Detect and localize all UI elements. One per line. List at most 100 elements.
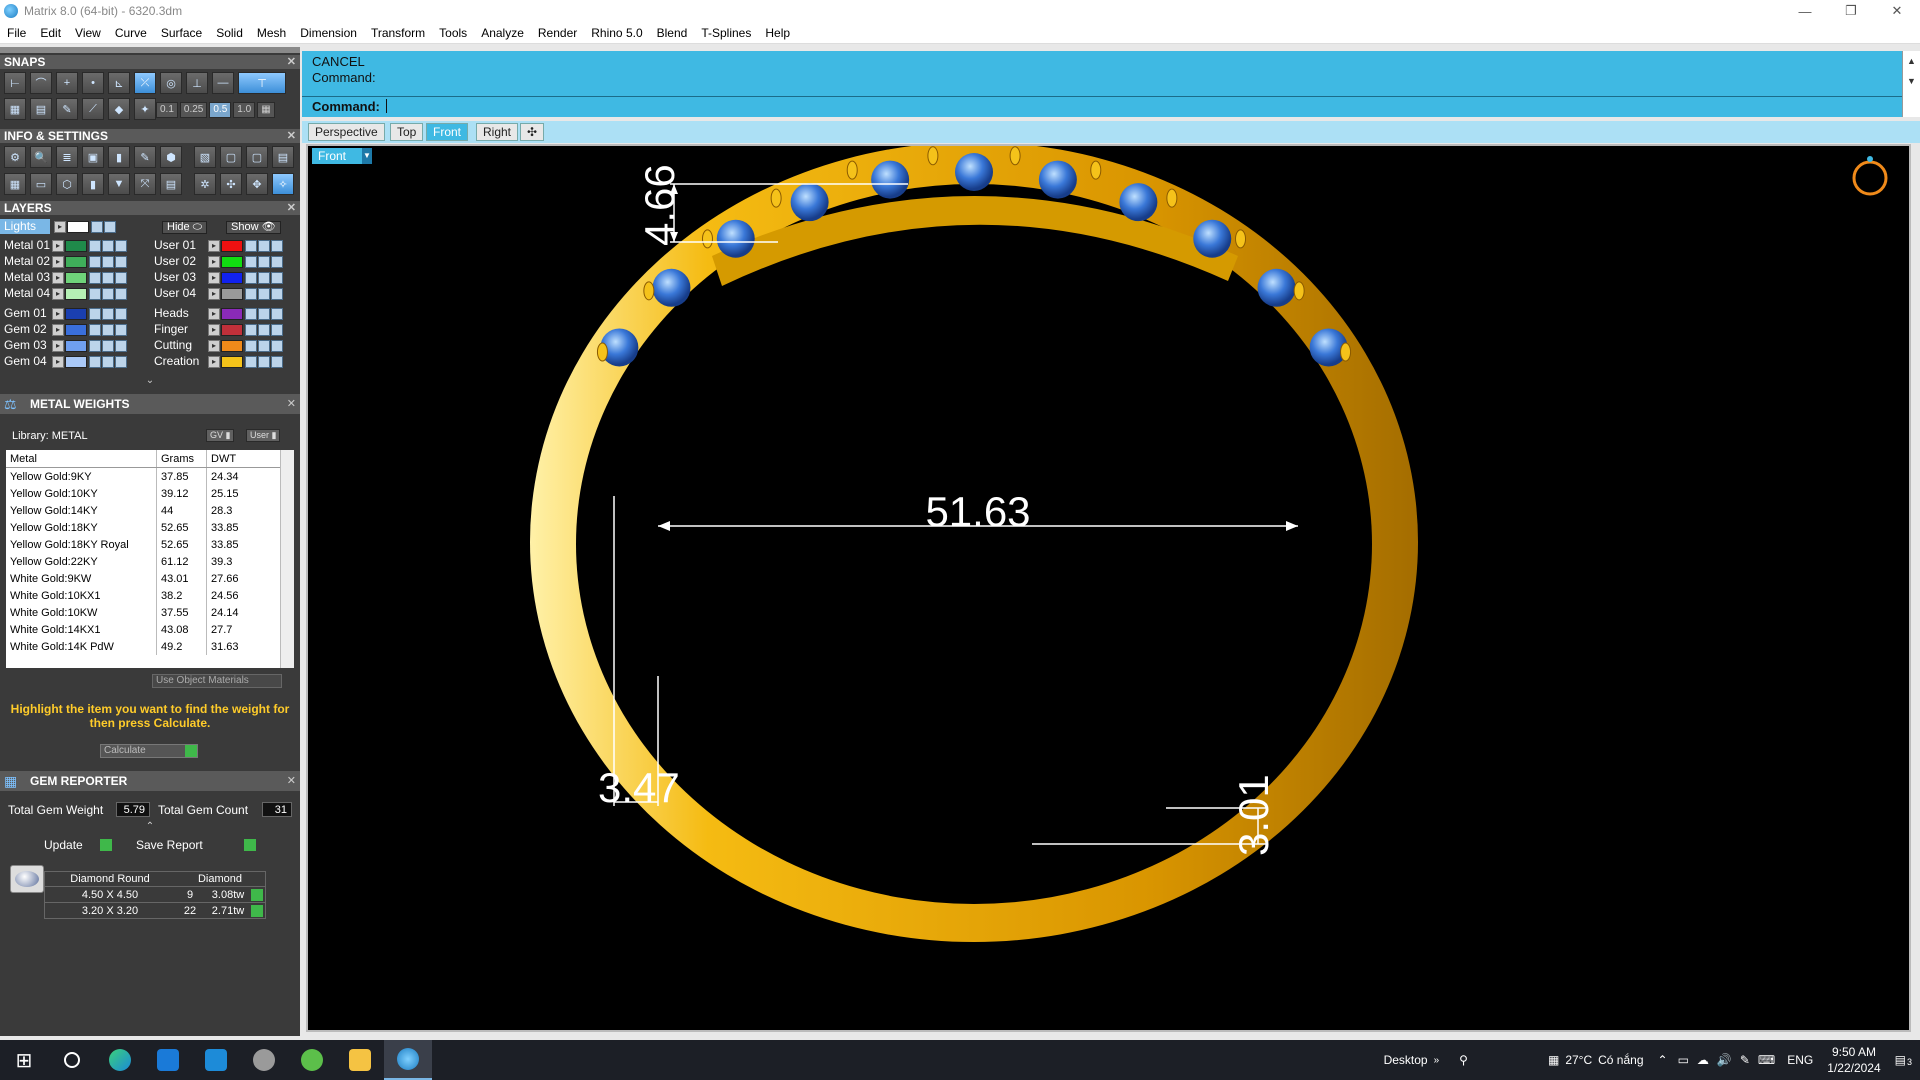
snap-center-icon[interactable]: ⊾ bbox=[108, 72, 130, 94]
snap-quad-icon[interactable]: ◎ bbox=[160, 72, 182, 94]
settings-gear-icon[interactable]: ⚙ bbox=[4, 146, 26, 168]
visible-icon[interactable] bbox=[104, 220, 116, 233]
lock-icon[interactable] bbox=[89, 355, 101, 368]
window-icon[interactable]: ▢ bbox=[220, 146, 242, 168]
zoom-icon[interactable]: 🔍 bbox=[30, 146, 52, 168]
column-header-metal[interactable]: Metal bbox=[6, 453, 156, 465]
layer-swatch[interactable] bbox=[65, 255, 87, 268]
visible-icon[interactable] bbox=[102, 323, 114, 336]
add-viewport-icon[interactable]: ✣ bbox=[520, 123, 545, 141]
snap-int-icon[interactable]: ⤫ bbox=[134, 72, 156, 94]
network-icon[interactable]: ▭ bbox=[1678, 1053, 1689, 1067]
lock-icon[interactable] bbox=[245, 271, 257, 284]
snap-value-1-0[interactable]: 1.0 bbox=[233, 102, 256, 118]
layer-swatch[interactable] bbox=[221, 307, 243, 320]
tab-front[interactable]: Front bbox=[426, 123, 469, 141]
table-row[interactable]: Yellow Gold:14KY 44 28.3 bbox=[6, 502, 294, 519]
ring-nav-icon[interactable] bbox=[1852, 156, 1888, 196]
layer-row[interactable]: Cutting ▸ bbox=[150, 338, 284, 353]
tile-icon[interactable]: ▦ bbox=[4, 173, 26, 195]
layer-swatch[interactable] bbox=[221, 339, 243, 352]
close-icon[interactable]: ✕ bbox=[287, 397, 296, 410]
filter-icon[interactable]: ▼ bbox=[108, 173, 130, 195]
visible-icon[interactable] bbox=[102, 287, 114, 300]
expand-icon[interactable]: ▸ bbox=[54, 220, 66, 233]
column-header-dwt[interactable]: DWT bbox=[206, 450, 266, 467]
column-header-grams[interactable]: Grams bbox=[156, 450, 206, 467]
tab-top[interactable]: Top bbox=[390, 123, 424, 141]
menu-blend[interactable]: Blend bbox=[650, 26, 695, 40]
weather-icon[interactable]: ▦ bbox=[1548, 1053, 1559, 1067]
expand-icon[interactable]: ▸ bbox=[52, 287, 64, 300]
expand-icon[interactable]: ▸ bbox=[52, 255, 64, 268]
close-icon[interactable]: ✕ bbox=[287, 129, 296, 143]
lock-icon[interactable] bbox=[89, 323, 101, 336]
select-icon[interactable] bbox=[271, 255, 283, 268]
layer-swatch[interactable] bbox=[221, 271, 243, 284]
lock-icon[interactable] bbox=[91, 220, 103, 233]
snap-mid-icon[interactable]: • bbox=[82, 72, 104, 94]
lock-icon[interactable] bbox=[89, 239, 101, 252]
table-row[interactable]: White Gold:14KX1 43.08 27.7 bbox=[6, 621, 294, 638]
lock-icon[interactable] bbox=[89, 271, 101, 284]
layer-swatch[interactable] bbox=[65, 323, 87, 336]
lock-icon[interactable] bbox=[245, 339, 257, 352]
expand-icon[interactable]: ▸ bbox=[208, 339, 220, 352]
save-icon[interactable]: ▮ bbox=[108, 146, 130, 168]
keyboard-icon[interactable]: ⌨ bbox=[1758, 1053, 1775, 1067]
lock-icon[interactable] bbox=[89, 339, 101, 352]
expand-icon[interactable]: ▸ bbox=[208, 323, 220, 336]
select-icon[interactable] bbox=[115, 239, 127, 252]
visible-icon[interactable] bbox=[102, 355, 114, 368]
save-report-button[interactable]: Save Report bbox=[136, 837, 256, 853]
snap-value-0-5[interactable]: 0.5 bbox=[209, 102, 232, 118]
menu-tsplines[interactable]: T-Splines bbox=[694, 26, 758, 40]
cube-icon[interactable]: ⬢ bbox=[160, 146, 182, 168]
expand-icon[interactable]: ▸ bbox=[208, 287, 220, 300]
gem-row[interactable]: 3.20 X 3.20 22 2.71tw bbox=[44, 903, 266, 919]
table-row[interactable]: White Gold:10KX1 38.2 24.56 bbox=[6, 587, 294, 604]
weather-temp[interactable]: 27°C bbox=[1565, 1053, 1592, 1067]
play-icon[interactable] bbox=[251, 904, 263, 917]
lock-icon[interactable] bbox=[245, 307, 257, 320]
snap-perp-icon[interactable]: ⊥ bbox=[186, 72, 208, 94]
snap-tan-icon[interactable]: — bbox=[212, 72, 234, 94]
snap-end-icon[interactable]: ⊢ bbox=[4, 72, 26, 94]
desktop-toolbar[interactable]: Desktop bbox=[1384, 1053, 1428, 1067]
menu-solid[interactable]: Solid bbox=[209, 26, 250, 40]
play-icon[interactable] bbox=[251, 888, 263, 901]
onedrive-icon[interactable]: ☁ bbox=[1697, 1053, 1709, 1067]
snap-value-0-25[interactable]: 0.25 bbox=[179, 102, 208, 118]
snap-value-0-1[interactable]: 0.1 bbox=[156, 102, 178, 118]
grid-toggle-icon[interactable]: ▦ bbox=[257, 102, 275, 118]
pencil-icon[interactable]: ✎ bbox=[56, 98, 78, 120]
select-icon[interactable] bbox=[115, 287, 127, 300]
visible-icon[interactable] bbox=[102, 255, 114, 268]
select-icon[interactable] bbox=[115, 307, 127, 320]
select-icon[interactable] bbox=[115, 255, 127, 268]
expand-icon[interactable]: ▸ bbox=[208, 271, 220, 284]
layer-row[interactable]: User 03 ▸ bbox=[150, 270, 284, 285]
layer-swatch[interactable] bbox=[65, 271, 87, 284]
gem-icon[interactable]: ✧ bbox=[272, 173, 294, 195]
box-icon[interactable]: ▣ bbox=[82, 146, 104, 168]
table-icon[interactable]: ▤ bbox=[160, 173, 182, 195]
pattern-icon[interactable]: ✲ bbox=[194, 173, 216, 195]
snap-near-icon[interactable]: ⌒ bbox=[30, 72, 52, 94]
expand-icon[interactable]: ▸ bbox=[208, 307, 220, 320]
clock[interactable]: 9:50 AM 1/22/2024 bbox=[1827, 1044, 1880, 1076]
expand-icon[interactable]: ▸ bbox=[52, 307, 64, 320]
volume-icon[interactable]: 🔊 bbox=[1717, 1053, 1732, 1067]
select-icon[interactable] bbox=[271, 271, 283, 284]
expand-icon[interactable]: ▸ bbox=[52, 239, 64, 252]
select-icon[interactable] bbox=[115, 323, 127, 336]
notification-icon[interactable]: ▤ 3 bbox=[1895, 1053, 1912, 1067]
edge-app[interactable] bbox=[96, 1040, 144, 1080]
layer-swatch[interactable] bbox=[65, 239, 87, 252]
visible-icon[interactable] bbox=[258, 339, 270, 352]
layer-row[interactable]: Gem 04 ▸ bbox=[0, 354, 128, 369]
gem-row[interactable]: 4.50 X 4.50 9 3.08tw bbox=[44, 887, 266, 903]
show-button[interactable]: Show 👁 bbox=[226, 221, 281, 234]
menu-dimension[interactable]: Dimension bbox=[293, 26, 364, 40]
mail-app[interactable] bbox=[192, 1040, 240, 1080]
